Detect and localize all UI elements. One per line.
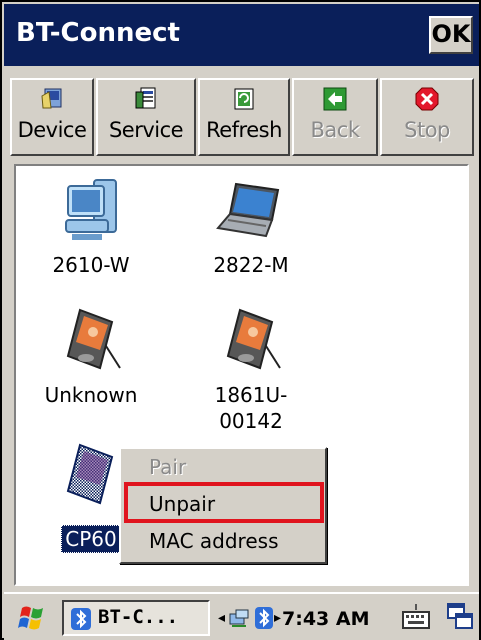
device-screen: BT-Connect OK Device Service Refresh Bac…	[0, 0, 481, 640]
device-name: 2822-M	[213, 253, 289, 277]
device-name: 1861U- 00142	[186, 382, 316, 434]
back-button-label: Back	[310, 118, 360, 142]
pda-icon	[56, 441, 126, 509]
title-bar: BT-Connect OK	[4, 4, 479, 66]
device-name: CP60	[61, 525, 121, 553]
tray-right-arrow-icon[interactable]: ▸	[274, 610, 281, 626]
tray-left-arrow-icon[interactable]: ◂	[218, 610, 225, 626]
stop-icon	[414, 86, 440, 112]
start-windows-icon[interactable]	[16, 602, 50, 638]
service-icon	[133, 86, 159, 112]
menu-item-pair[interactable]: Pair	[149, 455, 186, 479]
refresh-icon	[231, 86, 257, 112]
toolbar: Device Service Refresh Back Stop	[4, 66, 479, 162]
device-name: Unknown	[44, 383, 138, 407]
service-button[interactable]: Service	[96, 78, 196, 156]
device-item[interactable]: 2822-M	[186, 176, 316, 278]
highlight-box	[124, 482, 324, 523]
taskbar: BT-C... ◂ ▸ 7:43 AM	[4, 592, 479, 640]
context-menu: Pair Unpair MAC address	[119, 447, 327, 564]
device-button[interactable]: Device	[10, 78, 94, 156]
device-name-line1: 1861U-	[214, 383, 288, 407]
network-icon[interactable]	[228, 606, 250, 634]
bluetooth-app-icon	[70, 607, 92, 635]
window-title: BT-Connect	[16, 18, 180, 48]
service-button-label: Service	[108, 118, 184, 142]
refresh-button[interactable]: Refresh	[198, 78, 290, 156]
back-arrow-icon	[322, 86, 348, 112]
menu-item-mac-address[interactable]: MAC address	[149, 529, 278, 553]
clock[interactable]: 7:43 AM	[282, 608, 370, 630]
refresh-button-label: Refresh	[206, 118, 282, 142]
pda-icon	[56, 306, 126, 374]
taskbar-app-label: BT-C...	[98, 606, 179, 628]
laptop-icon	[216, 176, 286, 244]
back-button[interactable]: Back	[292, 78, 378, 156]
device-item[interactable]: 1861U- 00142	[186, 306, 316, 434]
device-item[interactable]: 2610-W	[26, 176, 156, 278]
device-button-label: Device	[17, 118, 87, 142]
device-name-line2: 00142	[219, 409, 283, 433]
ok-button[interactable]: OK	[429, 16, 473, 54]
desktop-switch-icon[interactable]	[446, 602, 474, 632]
stop-button-label: Stop	[404, 118, 450, 142]
stop-button[interactable]: Stop	[380, 78, 474, 156]
device-icon	[39, 86, 65, 112]
pda-icon	[216, 306, 286, 374]
desktop-computer-icon	[56, 176, 126, 244]
bluetooth-tray-icon[interactable]	[254, 606, 274, 634]
device-item[interactable]: Unknown	[26, 306, 156, 408]
device-name: 2610-W	[52, 253, 130, 277]
taskbar-app-bt-connect[interactable]: BT-C...	[62, 600, 210, 636]
keyboard-icon[interactable]	[400, 602, 432, 632]
